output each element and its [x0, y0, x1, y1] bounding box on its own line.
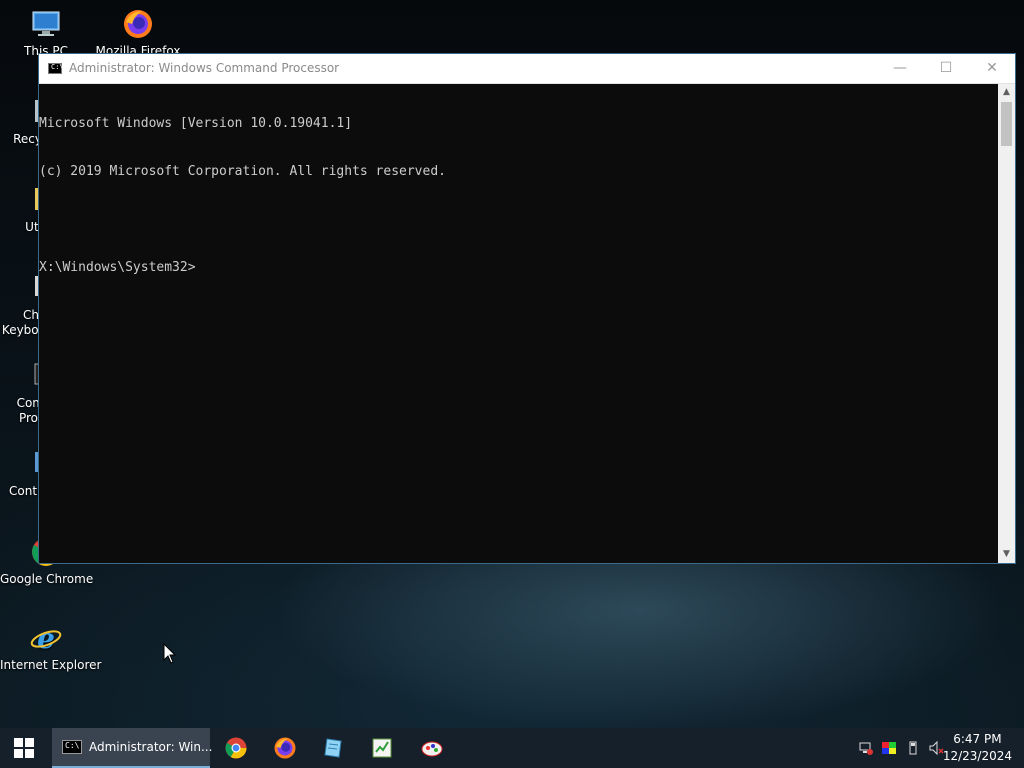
console-line: Microsoft Windows [Version 10.0.19041.1] [39, 116, 353, 131]
folder-icon [7, 184, 41, 216]
volume-muted-icon[interactable] [928, 740, 944, 756]
display-icon[interactable] [881, 740, 897, 756]
taskbar-item-label: Administrator: Win... [89, 740, 213, 754]
clock-date: 12/23/2024 [942, 749, 1012, 763]
this-pc-icon [30, 8, 62, 40]
maximize-button[interactable]: ☐ [923, 54, 969, 83]
control-panel-icon [7, 448, 41, 480]
scroll-thumb[interactable] [1001, 102, 1012, 146]
window-title: Administrator: Windows Command Processor [69, 61, 340, 75]
command-prompt-icon [7, 360, 42, 392]
mouse-cursor-icon [163, 642, 177, 665]
keyboard-icon [7, 272, 41, 304]
cmd-icon: C:\ [62, 740, 82, 754]
console-line: (c) 2019 Microsoft Corporation. All righ… [39, 164, 446, 179]
desktop-icon-this-pc[interactable]: This PC [0, 8, 92, 59]
scroll-up-arrow-icon[interactable]: ▲ [998, 84, 1015, 101]
close-button[interactable]: ✕ [969, 54, 1015, 83]
minimize-button[interactable]: — [877, 54, 923, 83]
console-output[interactable]: Microsoft Windows [Version 10.0.19041.1]… [39, 84, 999, 563]
windows-logo-icon [14, 738, 34, 758]
firefox-icon [122, 8, 154, 40]
svg-text:e: e [37, 622, 55, 654]
usb-device-icon[interactable] [905, 740, 921, 756]
taskbar-pin-spreadsheet-icon[interactable] [370, 736, 394, 760]
system-clock[interactable]: 6:47 PM 12/23/2024 [943, 731, 1012, 765]
network-icon[interactable] [858, 740, 874, 756]
vertical-scrollbar[interactable]: ▲ ▼ [998, 84, 1015, 563]
recycle-bin-icon [7, 96, 41, 128]
taskbar-item-command-prompt[interactable]: C:\ Administrator: Win... [52, 728, 213, 768]
console-prompt[interactable]: X:\Windows\System32> [39, 260, 999, 276]
desktop-icon-internet-explorer[interactable]: e Internet Explorer [0, 622, 102, 673]
cmd-icon: C:\ [48, 63, 64, 74]
clock-time: 6:47 PM [953, 732, 1002, 746]
taskbar-pin-paint-icon[interactable] [420, 736, 444, 760]
command-prompt-window[interactable]: C:\ Administrator: Windows Command Proce… [38, 53, 1016, 564]
taskbar-pin-chrome-icon[interactable] [224, 736, 248, 760]
desktop-icon-label: Google Chrome [0, 572, 94, 586]
title-bar[interactable]: C:\ Administrator: Windows Command Proce… [39, 54, 1015, 84]
desktop-icon-mozilla-firefox[interactable]: Mozilla Firefox [92, 8, 184, 59]
taskbar: C:\ Administrator: Win... 6:47 PM 12/23/… [0, 728, 1024, 768]
start-button[interactable] [0, 728, 48, 768]
scroll-down-arrow-icon[interactable]: ▼ [998, 546, 1015, 563]
internet-explorer-icon: e [30, 622, 62, 655]
taskbar-pin-notepad-icon[interactable] [322, 736, 346, 760]
system-tray [850, 728, 950, 768]
taskbar-pin-firefox-icon[interactable] [273, 736, 297, 760]
desktop-icon-label: Internet Explorer [0, 658, 102, 672]
